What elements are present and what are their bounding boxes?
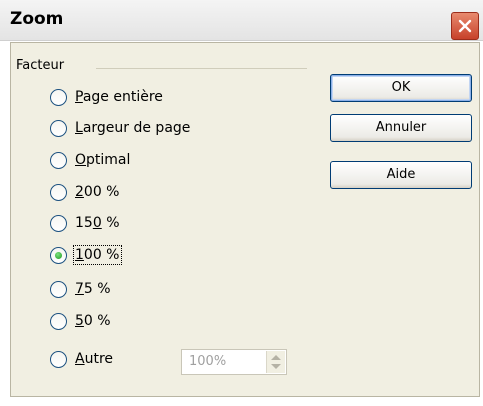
group-divider [96,68,307,69]
radio-label: Largeur de page [75,120,191,136]
radio-label: 100 % [73,245,122,265]
ok-button[interactable]: OK [330,74,472,102]
radio-50-percent[interactable]: 50 % [50,313,280,335]
radio-label: 75 % [75,281,111,297]
title-bar: Zoom [0,0,483,41]
dialog-title: Zoom [10,9,64,29]
radio-optimal[interactable]: Optimal [50,152,280,174]
radio-circle-selected[interactable] [50,247,67,264]
close-icon [458,19,472,33]
chevron-up-icon[interactable] [271,355,281,360]
custom-zoom-stepper[interactable]: 100% [181,349,287,375]
radio-label: Optimal [75,152,131,168]
radio-circle[interactable] [50,215,67,232]
radio-largeur-de-page[interactable]: Largeur de page [50,120,280,142]
radio-circle[interactable] [50,152,67,169]
radio-100-percent[interactable]: 100 % [50,245,280,269]
radio-circle[interactable] [50,351,67,368]
radio-circle[interactable] [50,313,67,330]
radio-label: 200 % [75,184,120,200]
radio-circle[interactable] [50,89,67,106]
custom-zoom-value: 100% [189,354,227,369]
stepper-arrows[interactable] [266,351,285,373]
radio-circle[interactable] [50,184,67,201]
radio-page-entiere[interactable]: Page entière [50,89,280,111]
group-label-facteur: Facteur [16,58,69,73]
cancel-button[interactable]: Annuler [330,114,472,142]
radio-label: Page entière [75,89,163,105]
close-button[interactable] [451,12,479,40]
radio-label: Autre [75,351,114,367]
zoom-dialog: Zoom Facteur Page entière Largeur de pag… [0,0,483,406]
radio-200-percent[interactable]: 200 % [50,184,280,206]
radio-circle[interactable] [50,281,67,298]
help-button[interactable]: Aide [330,161,472,189]
chevron-down-icon[interactable] [271,364,281,369]
radio-150-percent[interactable]: 150 % [50,215,280,237]
radio-label: 150 % [75,215,120,231]
radio-label: 50 % [75,313,111,329]
radio-75-percent[interactable]: 75 % [50,281,280,303]
radio-circle[interactable] [50,120,67,137]
